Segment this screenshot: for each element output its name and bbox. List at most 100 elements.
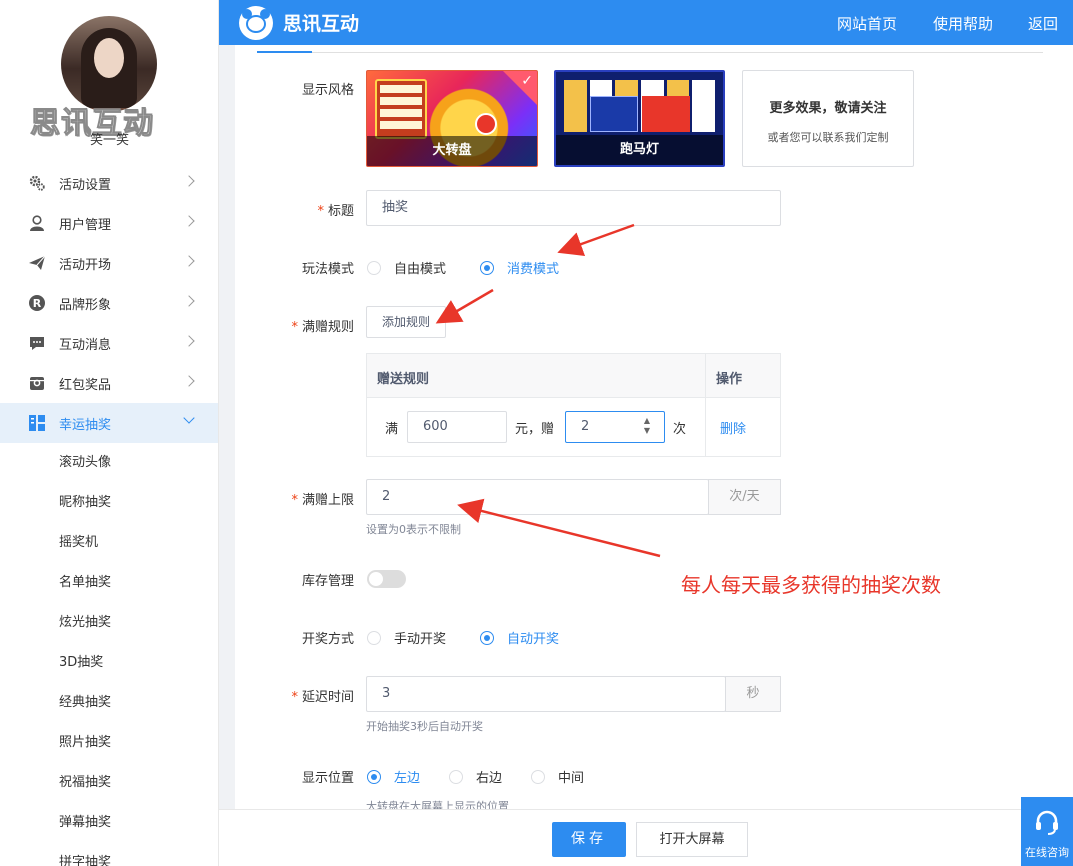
- draw-mode-label: 开奖方式: [301, 632, 354, 647]
- delay-hint: 开始抽奖3秒后自动开奖: [366, 720, 483, 733]
- lottery-icon: [28, 414, 46, 432]
- title-input[interactable]: 抽奖: [366, 190, 781, 226]
- sidebar-item-label: 红包奖品: [59, 377, 112, 393]
- delay-input[interactable]: 3: [366, 676, 726, 712]
- submenu-item-3d-draw[interactable]: 3D抽奖: [0, 643, 218, 683]
- chevron-right-icon: [183, 295, 195, 307]
- display-style-label: 显示风格: [301, 83, 354, 98]
- settings-panel: 显示风格 大转盘 ✓ 跑马灯 更多效果，敬请关注 或者您可以联系我们定制 * 标题…: [235, 45, 1073, 809]
- chevron-right-icon: [183, 255, 195, 267]
- add-rule-button[interactable]: 添加规则: [366, 306, 446, 338]
- online-consult-button[interactable]: 在线咨询: [1021, 797, 1073, 866]
- sidebar-item-interactive-messages[interactable]: 互动消息: [0, 323, 218, 363]
- sidebar-item-label: 用户管理: [59, 217, 112, 233]
- rule-mid-text: 元，赠: [515, 422, 555, 437]
- footer-bar: 保存 打开大屏幕: [219, 809, 1073, 866]
- radio-consumption-mode[interactable]: 消费模式: [480, 258, 559, 277]
- table-header-rule: 赠送规则: [377, 372, 430, 387]
- gift-rule-label: * 满赠规则: [291, 320, 354, 335]
- sidebar-item-label: 幸运抽奖: [59, 417, 112, 433]
- submenu-item-classic-draw[interactable]: 经典抽奖: [0, 683, 218, 723]
- radio-position-right[interactable]: 右边: [449, 767, 502, 786]
- online-consult-label: 在线咨询: [1025, 846, 1069, 859]
- nav-back-link[interactable]: 返回: [1028, 13, 1058, 34]
- headset-icon: [1036, 810, 1058, 835]
- gift-limit-label: * 满赠上限: [291, 493, 354, 508]
- save-button[interactable]: 保存: [552, 822, 626, 857]
- gift-limit-hint: 设置为0表示不限制: [366, 523, 461, 536]
- chevron-right-icon: [183, 175, 195, 187]
- nav-home-link[interactable]: 网站首页: [837, 13, 897, 34]
- stock-toggle[interactable]: [367, 570, 406, 588]
- rule-prefix-text: 满: [385, 422, 399, 437]
- tab-active-indicator: [257, 51, 312, 53]
- sidebar: 思讯互动 笑一笑 活动设置 用户管理 活动开场 R 品牌形象 互动消息 红包奖品…: [0, 0, 219, 866]
- submenu-item-word-draw[interactable]: 拼字抽奖: [0, 843, 218, 866]
- sidebar-item-lucky-draw[interactable]: 幸运抽奖: [0, 403, 218, 443]
- submenu-item-lottery-machine[interactable]: 摇奖机: [0, 523, 218, 563]
- delay-label: * 延迟时间: [291, 690, 354, 705]
- radio-manual-draw[interactable]: 手动开奖: [367, 628, 446, 647]
- open-big-screen-button[interactable]: 打开大屏幕: [636, 822, 748, 857]
- radio-position-left[interactable]: 左边: [367, 767, 420, 786]
- stock-label: 库存管理: [301, 574, 354, 589]
- chevron-right-icon: [183, 375, 195, 387]
- annotation-text: 每人每天最多获得的抽奖次数: [681, 573, 941, 597]
- registered-icon: R: [28, 294, 46, 312]
- more-effects-subtitle: 或者您可以联系我们定制: [767, 131, 889, 144]
- position-label: 显示位置: [301, 771, 354, 786]
- style-card-more: 更多效果，敬请关注 或者您可以联系我们定制: [742, 70, 914, 167]
- radio-free-mode[interactable]: 自由模式: [367, 258, 446, 277]
- paper-plane-icon: [28, 254, 46, 272]
- submenu-item-barrage-draw[interactable]: 弹幕抽奖: [0, 803, 218, 843]
- username: 笑一笑: [89, 133, 129, 148]
- submenu-item-photo-draw[interactable]: 照片抽奖: [0, 723, 218, 763]
- check-icon: ✓: [521, 73, 533, 89]
- delay-unit: 秒: [725, 676, 781, 712]
- play-mode-label: 玩法模式: [301, 262, 354, 277]
- radio-position-center[interactable]: 中间: [531, 767, 584, 786]
- chevron-down-icon: [183, 412, 195, 424]
- rule-amount-input[interactable]: 600: [407, 411, 507, 443]
- nav-help-link[interactable]: 使用帮助: [933, 13, 993, 34]
- submenu-item-blessing-draw[interactable]: 祝福抽奖: [0, 763, 218, 803]
- svg-text:R: R: [33, 297, 42, 310]
- radio-auto-draw[interactable]: 自动开奖: [480, 628, 559, 647]
- sidebar-item-brand-image[interactable]: R 品牌形象: [0, 283, 218, 323]
- sidebar-item-user-management[interactable]: 用户管理: [0, 203, 218, 243]
- chevron-right-icon: [183, 335, 195, 347]
- chevron-right-icon: [183, 215, 195, 227]
- gears-icon: [28, 174, 46, 192]
- table-header-action: 操作: [716, 372, 743, 387]
- gift-box-icon: [28, 374, 46, 392]
- style-card-marquee[interactable]: 跑马灯: [554, 70, 725, 167]
- table-header: 赠送规则 操作: [367, 354, 780, 398]
- style-card-wheel[interactable]: 大转盘 ✓: [366, 70, 538, 167]
- more-effects-title: 更多效果，敬请关注: [769, 101, 887, 116]
- tab-divider: [257, 52, 1043, 53]
- stepper-arrows-icon[interactable]: ▲ ▼: [644, 416, 650, 436]
- sidebar-menu: 活动设置 用户管理 活动开场 R 品牌形象 互动消息 红包奖品 幸运抽奖 滚动头…: [0, 163, 218, 866]
- sidebar-item-activity-opening[interactable]: 活动开场: [0, 243, 218, 283]
- submenu-item-glare-draw[interactable]: 炫光抽奖: [0, 603, 218, 643]
- rule-count-stepper[interactable]: 2 ▲ ▼: [565, 411, 665, 443]
- gift-limit-input[interactable]: 2: [366, 479, 709, 515]
- style-card-caption: 大转盘: [367, 136, 537, 166]
- submenu-item-nickname-draw[interactable]: 昵称抽奖: [0, 483, 218, 523]
- submenu-item-list-draw[interactable]: 名单抽奖: [0, 563, 218, 603]
- rule-suffix-text: 次: [673, 422, 687, 437]
- delete-rule-link[interactable]: 删除: [720, 418, 746, 437]
- sidebar-item-activity-settings[interactable]: 活动设置: [0, 163, 218, 203]
- user-icon: [28, 214, 46, 232]
- style-card-caption: 跑马灯: [556, 135, 723, 165]
- chat-bubble-icon: [28, 334, 46, 352]
- sidebar-item-label: 活动设置: [59, 177, 112, 193]
- sidebar-item-label: 品牌形象: [59, 297, 112, 313]
- gift-rule-table: 赠送规则 操作 满 600 元，赠 2 ▲ ▼ 次 删除: [366, 353, 781, 457]
- sidebar-item-red-packet-prizes[interactable]: 红包奖品: [0, 363, 218, 403]
- submenu-item-rolling-avatar[interactable]: 滚动头像: [0, 443, 218, 483]
- top-bar: 思讯互动 网站首页 使用帮助 返回: [219, 0, 1073, 45]
- sidebar-item-label: 活动开场: [59, 257, 112, 273]
- logo-icon: [239, 6, 273, 40]
- position-hint: 大转盘在大屏幕上显示的位置: [366, 800, 509, 809]
